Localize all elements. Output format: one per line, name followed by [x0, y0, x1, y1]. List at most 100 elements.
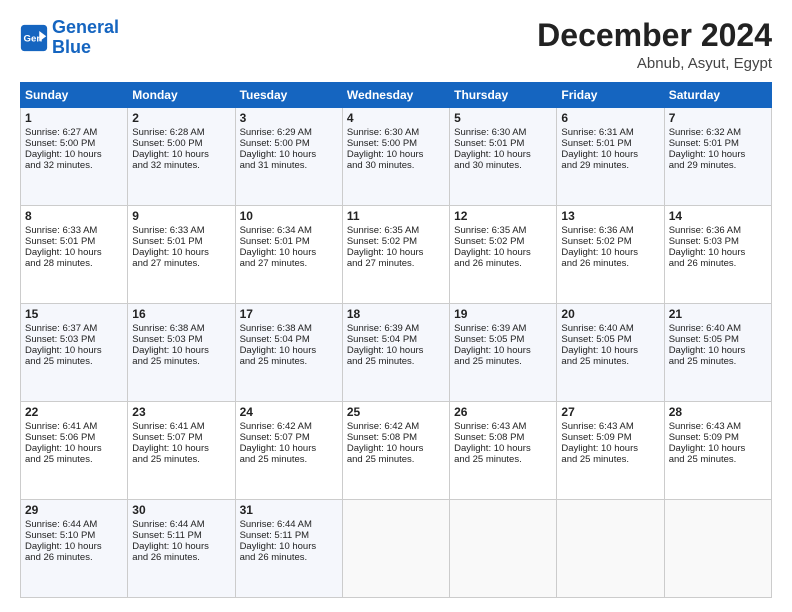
day-info: Sunrise: 6:44 AM — [240, 519, 338, 530]
title-block: December 2024 Abnub, Asyut, Egypt — [537, 18, 772, 72]
day-info: and 32 minutes. — [25, 160, 123, 171]
day-info: Daylight: 10 hours — [240, 443, 338, 454]
calendar-cell: 19Sunrise: 6:39 AMSunset: 5:05 PMDayligh… — [450, 304, 557, 402]
calendar-cell: 1Sunrise: 6:27 AMSunset: 5:00 PMDaylight… — [21, 108, 128, 206]
calendar-subtitle: Abnub, Asyut, Egypt — [537, 55, 772, 72]
calendar-cell: 10Sunrise: 6:34 AMSunset: 5:01 PMDayligh… — [235, 206, 342, 304]
day-info: Sunset: 5:11 PM — [240, 530, 338, 541]
calendar-cell — [557, 500, 664, 598]
day-info: Sunset: 5:01 PM — [561, 138, 659, 149]
day-info: and 27 minutes. — [132, 258, 230, 269]
day-number: 29 — [25, 503, 123, 517]
day-info: Daylight: 10 hours — [669, 345, 767, 356]
day-info: and 25 minutes. — [132, 356, 230, 367]
calendar-cell: 24 Sunrise: 6:42 AMSunset: 5:07 PMDayligh… — [235, 402, 342, 500]
day-info: Daylight: 10 hours — [561, 149, 659, 160]
calendar-title: December 2024 — [537, 18, 772, 53]
calendar-week-row: 15Sunrise: 6:37 AMSunset: 5:03 PMDayligh… — [21, 304, 772, 402]
day-info: Sunset: 5:00 PM — [25, 138, 123, 149]
day-info: and 31 minutes. — [240, 160, 338, 171]
logo-blue: Blue — [52, 37, 91, 57]
day-info: Sunset: 5:01 PM — [132, 236, 230, 247]
day-number: 22 — [25, 405, 123, 419]
day-number: 24 — [240, 405, 338, 419]
day-info: Sunset: 5:05 PM — [561, 334, 659, 345]
day-number: 20 — [561, 307, 659, 321]
day-info: Sunset: 5:03 PM — [25, 334, 123, 345]
day-info: Sunset: 5:00 PM — [240, 138, 338, 149]
calendar-cell: 14Sunrise: 6:36 AMSunset: 5:03 PMDayligh… — [664, 206, 771, 304]
day-info: Sunrise: 6:44 AM — [132, 519, 230, 530]
day-info: Sunrise: 6:34 AM — [240, 225, 338, 236]
day-info: and 25 minutes. — [240, 454, 338, 465]
day-info: Sunrise: 6:39 AM — [347, 323, 445, 334]
day-number: 11 — [347, 209, 445, 223]
calendar-cell: 29 Sunrise: 6:44 AMSunset: 5:10 PMDayligh… — [21, 500, 128, 598]
day-info: Daylight: 10 hours — [25, 149, 123, 160]
day-info: and 28 minutes. — [25, 258, 123, 269]
day-info: Sunset: 5:02 PM — [561, 236, 659, 247]
day-info: Daylight: 10 hours — [347, 443, 445, 454]
day-number: 19 — [454, 307, 552, 321]
day-info: Sunrise: 6:43 AM — [561, 421, 659, 432]
day-info: and 26 minutes. — [561, 258, 659, 269]
day-info: Sunrise: 6:43 AM — [454, 421, 552, 432]
day-info: Sunrise: 6:44 AM — [25, 519, 123, 530]
day-info: Sunset: 5:01 PM — [240, 236, 338, 247]
day-info: Sunrise: 6:32 AM — [669, 127, 767, 138]
calendar-cell: 22Sunrise: 6:41 AMSunset: 5:06 PMDayligh… — [21, 402, 128, 500]
calendar-cell: 5Sunrise: 6:30 AMSunset: 5:01 PMDaylight… — [450, 108, 557, 206]
day-number: 23 — [132, 405, 230, 419]
day-info: Sunset: 5:10 PM — [25, 530, 123, 541]
calendar-cell: 23Sunrise: 6:41 AMSunset: 5:07 PMDayligh… — [128, 402, 235, 500]
day-info: Sunrise: 6:36 AM — [669, 225, 767, 236]
day-info: and 26 minutes. — [669, 258, 767, 269]
day-info: Daylight: 10 hours — [25, 541, 123, 552]
day-number: 27 — [561, 405, 659, 419]
day-info: and 29 minutes. — [561, 160, 659, 171]
day-number: 6 — [561, 111, 659, 125]
calendar-cell: 11Sunrise: 6:35 AMSunset: 5:02 PMDayligh… — [342, 206, 449, 304]
day-info: Sunrise: 6:41 AM — [25, 421, 123, 432]
calendar-cell: 26Sunrise: 6:43 AMSunset: 5:08 PMDayligh… — [450, 402, 557, 500]
day-info: Daylight: 10 hours — [669, 247, 767, 258]
day-info: Daylight: 10 hours — [25, 443, 123, 454]
day-info: Daylight: 10 hours — [561, 247, 659, 258]
day-info: Sunrise: 6:31 AM — [561, 127, 659, 138]
calendar-week-row: 1Sunrise: 6:27 AMSunset: 5:00 PMDaylight… — [21, 108, 772, 206]
day-info: Sunset: 5:01 PM — [669, 138, 767, 149]
day-info: and 30 minutes. — [454, 160, 552, 171]
day-info: Daylight: 10 hours — [454, 149, 552, 160]
calendar-cell: 17Sunrise: 6:38 AMSunset: 5:04 PMDayligh… — [235, 304, 342, 402]
day-info: Sunrise: 6:42 AM — [240, 421, 338, 432]
day-number: 9 — [132, 209, 230, 223]
day-info: and 27 minutes. — [347, 258, 445, 269]
day-info: and 25 minutes. — [240, 356, 338, 367]
day-info: and 25 minutes. — [25, 454, 123, 465]
day-info: and 25 minutes. — [132, 454, 230, 465]
day-number: 16 — [132, 307, 230, 321]
logo-general: General — [52, 17, 119, 37]
calendar-cell: 4Sunrise: 6:30 AMSunset: 5:00 PMDaylight… — [342, 108, 449, 206]
day-info: Sunrise: 6:40 AM — [561, 323, 659, 334]
day-info: Sunrise: 6:38 AM — [132, 323, 230, 334]
day-number: 10 — [240, 209, 338, 223]
day-info: Sunset: 5:07 PM — [132, 432, 230, 443]
day-number: 3 — [240, 111, 338, 125]
col-header-tuesday: Tuesday — [235, 83, 342, 108]
day-info: Sunset: 5:04 PM — [240, 334, 338, 345]
day-info: and 26 minutes. — [132, 552, 230, 563]
day-number: 12 — [454, 209, 552, 223]
day-info: Sunrise: 6:33 AM — [132, 225, 230, 236]
day-info: and 25 minutes. — [669, 454, 767, 465]
day-info: and 27 minutes. — [240, 258, 338, 269]
day-info: Sunset: 5:01 PM — [454, 138, 552, 149]
day-info: Sunset: 5:02 PM — [347, 236, 445, 247]
day-info: Daylight: 10 hours — [347, 345, 445, 356]
day-info: Sunrise: 6:30 AM — [347, 127, 445, 138]
day-info: Sunset: 5:07 PM — [240, 432, 338, 443]
day-info: Sunset: 5:03 PM — [669, 236, 767, 247]
day-info: Sunrise: 6:30 AM — [454, 127, 552, 138]
day-info: Sunrise: 6:43 AM — [669, 421, 767, 432]
day-info: Daylight: 10 hours — [240, 345, 338, 356]
